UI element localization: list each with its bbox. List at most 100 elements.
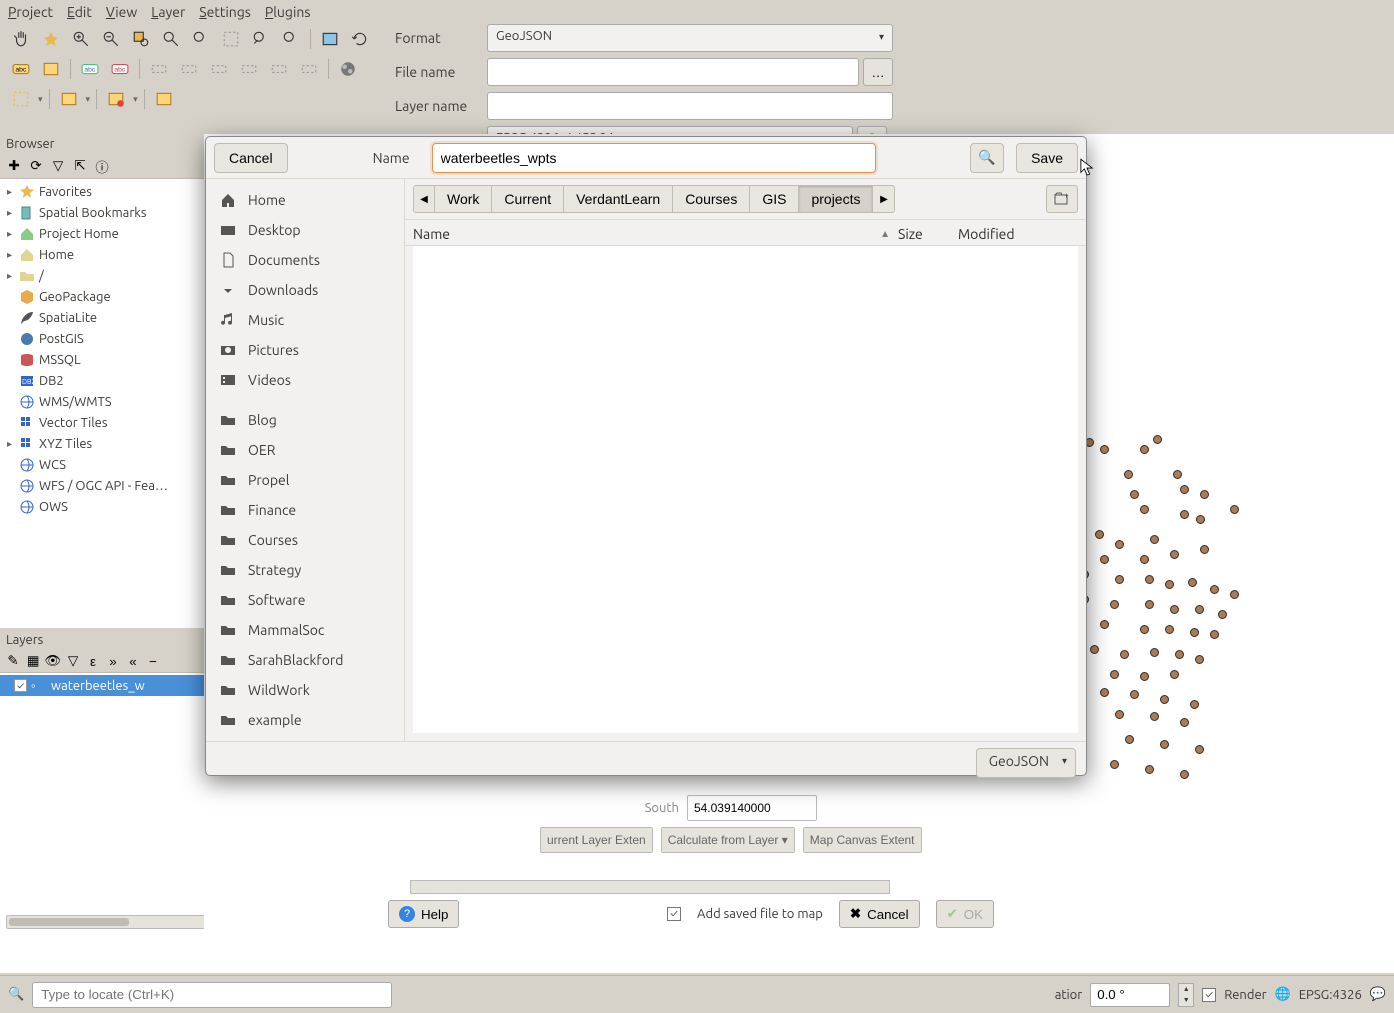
- browser-tree[interactable]: ▸Favorites▸Spatial Bookmarks▸Project Hom…: [0, 179, 204, 628]
- sidebar-place[interactable]: Pictures: [206, 335, 404, 365]
- layers-expr-icon[interactable]: ε: [84, 652, 102, 670]
- form-scrollbar[interactable]: [410, 880, 890, 894]
- sidebar-folder[interactable]: SarahBlackford: [206, 645, 404, 675]
- sidebar-folder[interactable]: WildWork: [206, 675, 404, 705]
- menu-layer[interactable]: Layer: [151, 4, 185, 20]
- browser-item[interactable]: SpatiaLite: [0, 307, 204, 328]
- format-select[interactable]: GeoJSON: [487, 24, 893, 52]
- layers-filter-icon[interactable]: ▽: [64, 652, 82, 670]
- bg-ok-button[interactable]: ✔OK: [936, 900, 994, 928]
- browser-item[interactable]: GeoPackage: [0, 286, 204, 307]
- sidebar-place[interactable]: Desktop: [206, 215, 404, 245]
- layers-visibility-icon[interactable]: 👁: [44, 652, 62, 670]
- rotation-input[interactable]: [1090, 983, 1170, 1007]
- sidebar-folder[interactable]: Strategy: [206, 555, 404, 585]
- map-canvas-extent-button[interactable]: Map Canvas Extent: [803, 827, 922, 853]
- layer-item[interactable]: ✓ ◦ waterbeetles_w: [0, 675, 204, 696]
- sidebar-place[interactable]: Downloads: [206, 275, 404, 305]
- cancel-button[interactable]: Cancel: [214, 143, 288, 173]
- select-by-value-tool[interactable]: [103, 86, 129, 112]
- rotation-spinner[interactable]: ▲▼: [1178, 983, 1194, 1007]
- crs-status[interactable]: EPSG:4326: [1299, 988, 1362, 1002]
- filename-input[interactable]: [487, 58, 859, 86]
- browser-item[interactable]: ▸/: [0, 265, 204, 286]
- label-edit-icon[interactable]: [296, 56, 322, 82]
- browser-item[interactable]: ▸Project Home: [0, 223, 204, 244]
- zoom-selection-icon[interactable]: [128, 26, 154, 52]
- save-button[interactable]: Save: [1016, 143, 1078, 173]
- layers-collapse-icon[interactable]: «: [124, 652, 142, 670]
- sidebar-folder[interactable]: OER: [206, 435, 404, 465]
- file-list[interactable]: [413, 246, 1078, 733]
- label-rotate-icon[interactable]: [266, 56, 292, 82]
- label-tool-3[interactable]: abc: [77, 56, 103, 82]
- layers-add-group-icon[interactable]: ▦: [24, 652, 42, 670]
- deselect-tool[interactable]: [56, 86, 82, 112]
- menu-project[interactable]: Project: [8, 4, 53, 20]
- zoom-full-icon[interactable]: [158, 26, 184, 52]
- zoom-native-icon[interactable]: [218, 26, 244, 52]
- refresh-browser-icon[interactable]: ⟳: [26, 156, 46, 176]
- messages-icon[interactable]: 💬: [1370, 987, 1386, 1002]
- filename-browse-button[interactable]: …: [863, 58, 893, 86]
- menu-plugins[interactable]: Plugins: [265, 4, 311, 20]
- breadcrumb-courses[interactable]: Courses: [673, 185, 750, 213]
- zoom-layer-icon[interactable]: [188, 26, 214, 52]
- sidebar-folder[interactable]: example: [206, 705, 404, 735]
- metasearch-icon[interactable]: [335, 56, 361, 82]
- browser-item[interactable]: ▸Home: [0, 244, 204, 265]
- layers-remove-icon[interactable]: −: [144, 652, 162, 670]
- zoom-last-icon[interactable]: [248, 26, 274, 52]
- sidebar-folder[interactable]: Courses: [206, 525, 404, 555]
- browser-item[interactable]: WMS/WMTS: [0, 391, 204, 412]
- sidebar-place[interactable]: Music: [206, 305, 404, 335]
- browser-item[interactable]: OWS: [0, 496, 204, 517]
- bg-cancel-button[interactable]: ✖Cancel: [839, 900, 920, 928]
- menu-edit[interactable]: Edit: [67, 4, 92, 20]
- browser-item[interactable]: ▸XYZ Tiles: [0, 433, 204, 454]
- browser-item[interactable]: WFS / OGC API - Fea…: [0, 475, 204, 496]
- browser-item[interactable]: Vector Tiles: [0, 412, 204, 433]
- browser-item[interactable]: ▸Favorites: [0, 181, 204, 202]
- calc-from-layer-button[interactable]: Calculate from Layer ▾: [661, 827, 795, 853]
- sidebar-folder[interactable]: Propel: [206, 465, 404, 495]
- menu-view[interactable]: View: [106, 4, 137, 20]
- south-input[interactable]: [687, 795, 817, 821]
- search-button[interactable]: 🔍: [970, 143, 1004, 173]
- sidebar-folder[interactable]: Finance: [206, 495, 404, 525]
- select-tool[interactable]: [8, 86, 34, 112]
- breadcrumb-projects[interactable]: projects: [799, 185, 873, 213]
- collapse-icon[interactable]: ⇱: [70, 156, 90, 176]
- sidebar-place[interactable]: Videos: [206, 365, 404, 395]
- browser-item[interactable]: DB2DB2: [0, 370, 204, 391]
- file-list-header[interactable]: Name▲ Size Modified: [405, 220, 1086, 246]
- layers-expand-icon[interactable]: »: [104, 652, 122, 670]
- properties-icon[interactable]: ⓘ: [92, 156, 112, 176]
- label-hide-icon[interactable]: [206, 56, 232, 82]
- breadcrumb-gis[interactable]: GIS: [750, 185, 799, 213]
- refresh-icon[interactable]: [347, 26, 373, 52]
- label-highlight-icon[interactable]: [146, 56, 172, 82]
- filter-icon[interactable]: ▽: [48, 156, 68, 176]
- pan-tool[interactable]: [8, 26, 34, 52]
- sidebar-folder[interactable]: Blog: [206, 405, 404, 435]
- sidebar-place[interactable]: Home: [206, 185, 404, 215]
- label-tool-4[interactable]: abc: [107, 56, 133, 82]
- render-checkbox[interactable]: ✓: [1202, 988, 1216, 1002]
- breadcrumb-forward-icon[interactable]: ▶: [873, 185, 895, 213]
- zoom-in-icon[interactable]: [68, 26, 94, 52]
- sidebar-folder[interactable]: MammalSoc: [206, 615, 404, 645]
- breadcrumb-verdantlearn[interactable]: VerdantLearn: [564, 185, 673, 213]
- sidebar-folder[interactable]: Software: [206, 585, 404, 615]
- browser-item[interactable]: MSSQL: [0, 349, 204, 370]
- filetype-combo[interactable]: GeoJSON: [976, 748, 1076, 778]
- menu-settings[interactable]: Settings: [199, 4, 251, 20]
- new-map-icon[interactable]: [317, 26, 343, 52]
- select-all-tool[interactable]: [151, 86, 177, 112]
- layers-style-icon[interactable]: ✎: [4, 652, 22, 670]
- add-layer-icon[interactable]: ✚: [4, 156, 24, 176]
- label-pin-icon[interactable]: [176, 56, 202, 82]
- browser-item[interactable]: ▸Spatial Bookmarks: [0, 202, 204, 223]
- sidebar-place[interactable]: Documents: [206, 245, 404, 275]
- browser-item[interactable]: PostGIS: [0, 328, 204, 349]
